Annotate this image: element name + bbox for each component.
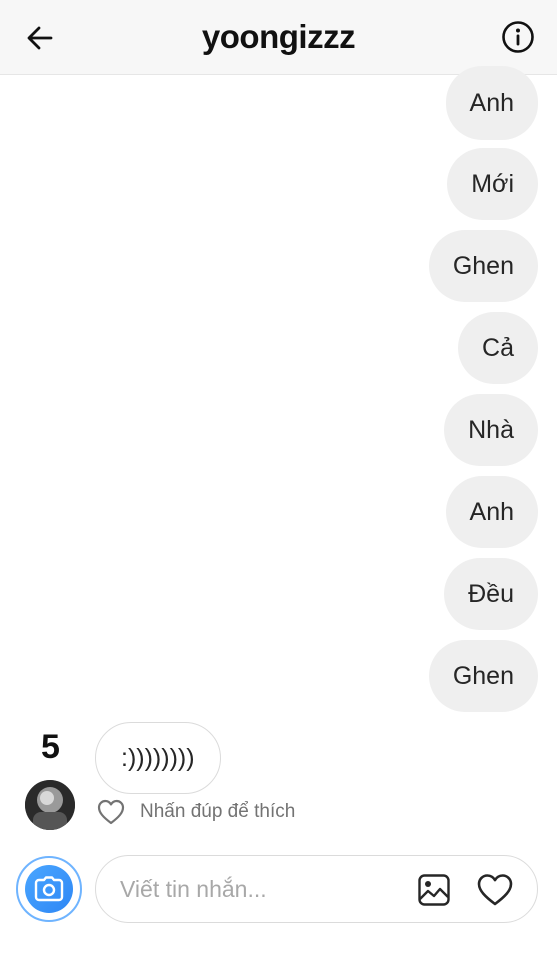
message-input[interactable] (120, 856, 410, 922)
message-bubble-sent[interactable]: Mới (447, 148, 538, 220)
camera-button-fill (25, 865, 73, 913)
info-circle-icon (502, 21, 534, 53)
message-text: Anh (469, 88, 514, 117)
message-bubble-sent[interactable]: Cả (458, 312, 538, 384)
message-bubble-sent[interactable]: Anh (445, 66, 538, 140)
camera-button[interactable] (16, 856, 82, 922)
message-bubble-received[interactable]: :)))))))) (95, 722, 221, 794)
message-text: Ghen (452, 251, 514, 280)
heart-outline-icon (97, 799, 125, 825)
message-text: Đều (468, 579, 514, 608)
message-bubble-sent[interactable]: Ghen (428, 640, 538, 712)
chat-header: yoongizzz (0, 0, 557, 75)
like-button[interactable] (475, 870, 515, 910)
gallery-button[interactable] (416, 872, 452, 908)
message-text: Nhà (468, 415, 514, 444)
message-bubble-sent[interactable]: Anh (445, 476, 538, 548)
message-bubble-sent[interactable]: Đều (444, 558, 538, 630)
message-bubble-sent[interactable]: Ghen (428, 230, 538, 302)
heart-icon (477, 874, 513, 906)
conversation-title[interactable]: yoongizzz (0, 18, 557, 56)
avatar[interactable] (25, 780, 75, 830)
message-text: Mới (471, 169, 514, 198)
message-bubble-sent[interactable]: Nhà (444, 394, 538, 466)
message-text: :)))))))) (121, 743, 195, 772)
message-text: Cả (482, 333, 514, 362)
unread-count: 5 (41, 728, 60, 766)
avatar-photo (25, 780, 75, 830)
message-composer (95, 855, 538, 923)
info-button[interactable] (499, 18, 537, 56)
image-icon (418, 874, 450, 906)
double-tap-like-hint[interactable]: Nhấn đúp để thích (96, 797, 295, 827)
message-text: Anh (469, 497, 514, 526)
like-hint-text: Nhấn đúp để thích (140, 801, 296, 822)
camera-icon (34, 876, 64, 902)
message-text: Ghen (452, 661, 514, 690)
